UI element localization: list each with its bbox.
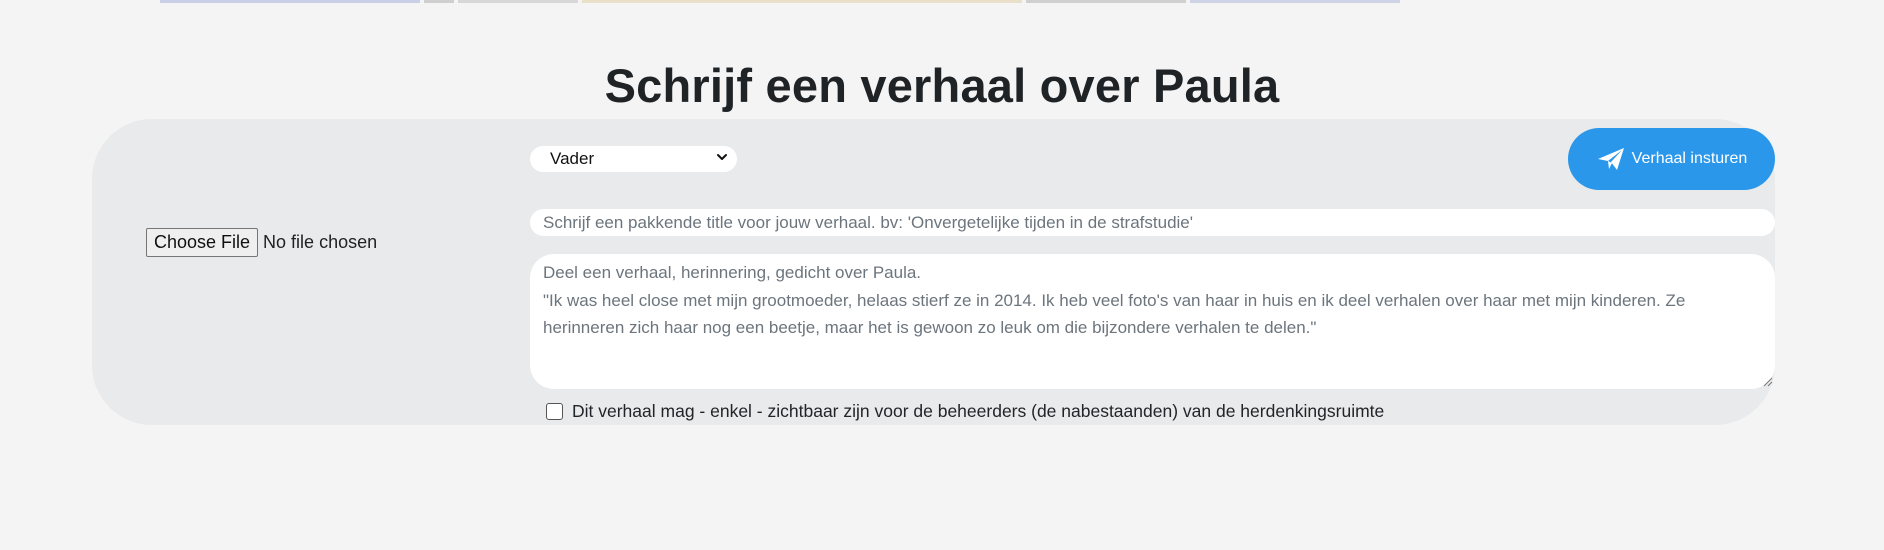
page-title: Schrijf een verhaal over Paula bbox=[604, 59, 1280, 112]
paper-plane-icon bbox=[1597, 148, 1624, 170]
story-textarea[interactable]: Deel een verhaal, herinnering, gedicht o… bbox=[530, 254, 1775, 389]
relation-select-value: Vader bbox=[550, 149, 595, 168]
story-placeholder-line2: "Ik was heel close met mijn grootmoeder,… bbox=[543, 290, 1686, 338]
private-checkbox-label[interactable]: Dit verhaal mag - enkel - zichtbaar zijn… bbox=[572, 401, 1384, 422]
story-title-placeholder: Schrijf een pakkende title voor jouw ver… bbox=[543, 212, 1194, 232]
top-image-strip bbox=[160, 0, 1660, 3]
private-visibility-option: Dit verhaal mag - enkel - zichtbaar zijn… bbox=[546, 401, 1384, 422]
chevron-down-icon bbox=[717, 154, 727, 160]
resize-handle-icon[interactable] bbox=[1763, 377, 1773, 387]
private-checkbox[interactable] bbox=[546, 403, 563, 420]
story-placeholder-line1: Deel een verhaal, herinnering, gedicht o… bbox=[543, 263, 922, 282]
story-title-input[interactable]: Schrijf een pakkende title voor jouw ver… bbox=[530, 209, 1775, 236]
file-status-text: No file chosen bbox=[263, 232, 378, 252]
choose-file-button[interactable]: Choose File bbox=[146, 228, 259, 257]
submit-story-label: Verhaal insturen bbox=[1631, 150, 1748, 167]
submit-story-button[interactable]: Verhaal insturen bbox=[1568, 128, 1775, 190]
relation-select[interactable]: Vader bbox=[530, 146, 737, 172]
file-upload: Choose File No file chosen bbox=[146, 228, 377, 257]
